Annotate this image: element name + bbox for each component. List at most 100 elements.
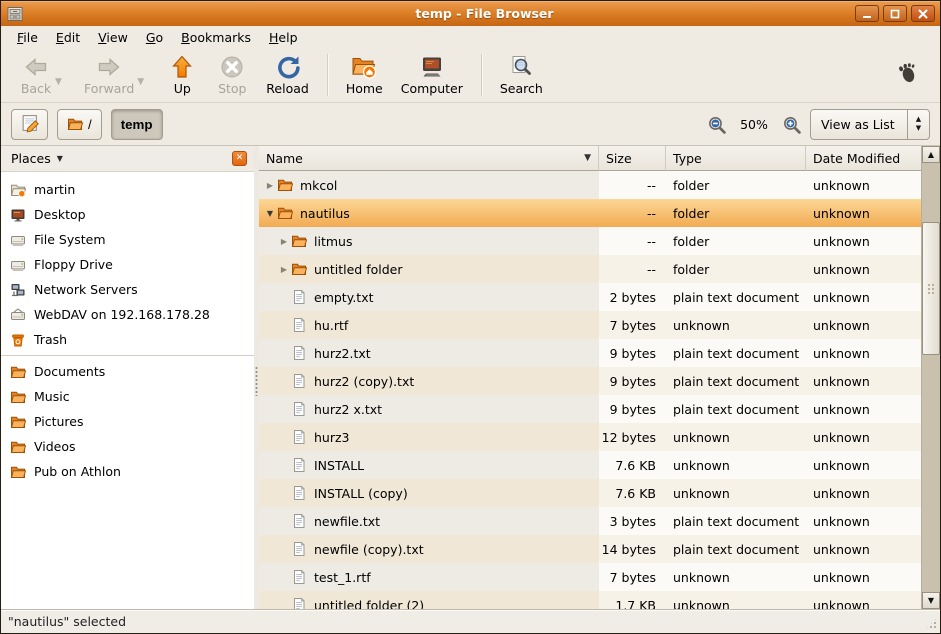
sidebar-close-button[interactable]: ✕ xyxy=(232,151,247,166)
toggle-location-entry-button[interactable] xyxy=(11,109,48,140)
path-button-temp[interactable]: temp xyxy=(111,109,163,140)
scrollbar-thumb[interactable] xyxy=(922,222,940,355)
home-button[interactable]: Home xyxy=(337,52,392,98)
table-row[interactable]: hurz2.txt9 bytesplain text documentunkno… xyxy=(259,339,921,367)
scrollbar-track[interactable] xyxy=(922,163,940,592)
toolbar-separator xyxy=(481,54,482,96)
file-date-modified: unknown xyxy=(806,199,921,227)
sidebar-item-music[interactable]: Music xyxy=(1,384,254,409)
back-history-dropdown[interactable]: ▼ xyxy=(55,63,71,87)
window-controls xyxy=(855,5,935,22)
titlebar[interactable]: temp - File Browser xyxy=(1,1,940,26)
forward-history-dropdown[interactable]: ▼ xyxy=(137,63,153,87)
pane-splitter[interactable] xyxy=(254,146,259,609)
table-row[interactable]: ▶litmus--folderunknown xyxy=(259,227,921,255)
search-button[interactable]: Search xyxy=(491,52,552,98)
table-row[interactable]: test_1.rtf7 bytesunknownunknown xyxy=(259,563,921,591)
sidebar-title[interactable]: Places xyxy=(11,151,51,166)
folder-icon xyxy=(10,439,26,455)
stop-button[interactable]: Stop xyxy=(207,52,257,98)
text-file-icon xyxy=(291,345,307,361)
forward-button[interactable]: Forward xyxy=(75,52,143,98)
table-row[interactable]: empty.txt2 bytesplain text documentunkno… xyxy=(259,283,921,311)
scroll-down-button[interactable]: ▼ xyxy=(922,592,940,609)
file-size: 9 bytes xyxy=(599,395,666,423)
close-button[interactable] xyxy=(911,5,935,22)
table-row[interactable]: ▶mkcol--folderunknown xyxy=(259,171,921,199)
file-type: unknown xyxy=(666,479,806,507)
table-row[interactable]: untitled folder (2)1.7 KBunknownunknown xyxy=(259,591,921,609)
table-row[interactable]: newfile.txt3 bytesplain text documentunk… xyxy=(259,507,921,535)
table-row[interactable]: hu.rtf7 bytesunknownunknown xyxy=(259,311,921,339)
file-date-modified: unknown xyxy=(806,451,921,479)
table-row[interactable]: hurz312 bytesunknownunknown xyxy=(259,423,921,451)
sidebar-item-trash[interactable]: Trash xyxy=(1,327,254,352)
column-header-label: Date Modified xyxy=(813,151,900,166)
column-header-date-modified[interactable]: Date Modified xyxy=(806,146,921,171)
back-button[interactable]: Back xyxy=(11,52,61,98)
file-type: folder xyxy=(666,255,806,283)
scroll-up-button[interactable]: ▲ xyxy=(922,146,940,163)
file-date-modified: unknown xyxy=(806,227,921,255)
file-type: folder xyxy=(666,199,806,227)
expander-collapsed-icon[interactable]: ▶ xyxy=(277,265,291,274)
sidebar-item-label: Pictures xyxy=(34,414,84,429)
column-header-type[interactable]: Type xyxy=(666,146,806,171)
zoom-out-icon[interactable] xyxy=(707,115,726,134)
text-file-icon xyxy=(291,485,307,501)
table-row[interactable]: hurz2 x.txt9 bytesplain text documentunk… xyxy=(259,395,921,423)
toolbar-button-label: Forward xyxy=(84,82,134,96)
vertical-scrollbar[interactable]: ▲ ▼ xyxy=(921,146,940,609)
file-type: unknown xyxy=(666,311,806,339)
sidebar-item-desktop[interactable]: Desktop xyxy=(1,202,254,227)
up-arrow-icon xyxy=(169,54,195,81)
text-file-icon xyxy=(291,457,307,473)
menu-file[interactable]: File xyxy=(8,27,47,48)
sidebar-item-floppy-drive[interactable]: Floppy Drive xyxy=(1,252,254,277)
maximize-button[interactable] xyxy=(883,5,907,22)
places-sidebar: Places ▼ ✕ martinDesktopFile SystemFlopp… xyxy=(1,146,254,609)
column-header-name[interactable]: Name▼ xyxy=(259,146,599,171)
back-arrow-icon xyxy=(23,54,49,81)
sidebar-item-pub-on-athlon[interactable]: Pub on Athlon xyxy=(1,459,254,484)
sidebar-item-network-servers[interactable]: Network Servers xyxy=(1,277,254,302)
menu-go[interactable]: Go xyxy=(137,27,172,48)
sidebar-item-webdav-on-192-168-178-28[interactable]: WebDAV on 192.168.178.28 xyxy=(1,302,254,327)
column-header-size[interactable]: Size xyxy=(599,146,666,171)
table-row[interactable]: INSTALL7.6 KBunknownunknown xyxy=(259,451,921,479)
reload-button[interactable]: Reload xyxy=(257,52,318,98)
text-file-icon xyxy=(291,569,307,585)
menu-view[interactable]: View xyxy=(89,27,137,48)
menu-bookmarks[interactable]: Bookmarks xyxy=(172,27,260,48)
sort-descending-icon: ▼ xyxy=(584,153,591,163)
view-mode-spinner[interactable]: ▲▼ xyxy=(907,110,929,139)
sidebar-item-file-system[interactable]: File System xyxy=(1,227,254,252)
sidebar-item-label: Music xyxy=(34,389,70,404)
file-type: unknown xyxy=(666,423,806,451)
computer-button[interactable]: Computer xyxy=(392,52,472,98)
table-row[interactable]: newfile (copy).txt14 bytesplain text doc… xyxy=(259,535,921,563)
toolbar-button-label: Reload xyxy=(266,82,309,96)
expander-collapsed-icon[interactable]: ▶ xyxy=(263,181,277,190)
folder-icon xyxy=(10,364,26,380)
table-row[interactable]: ▼nautilus--folderunknown xyxy=(259,199,921,227)
table-row[interactable]: INSTALL (copy)7.6 KBunknownunknown xyxy=(259,479,921,507)
expander-collapsed-icon[interactable]: ▶ xyxy=(277,237,291,246)
expander-expanded-icon[interactable]: ▼ xyxy=(263,209,277,218)
menu-edit[interactable]: Edit xyxy=(47,27,89,48)
sidebar-item-martin[interactable]: martin xyxy=(1,177,254,202)
sidebar-item-pictures[interactable]: Pictures xyxy=(1,409,254,434)
view-mode-dropdown[interactable]: View as List ▲▼ xyxy=(810,109,930,140)
sidebar-item-documents[interactable]: Documents xyxy=(1,359,254,384)
up-button[interactable]: Up xyxy=(157,52,207,98)
root-path-button[interactable]: / xyxy=(57,109,102,140)
sidebar-item-videos[interactable]: Videos xyxy=(1,434,254,459)
sidebar-separator xyxy=(1,355,254,356)
sidebar-item-label: Videos xyxy=(34,439,76,454)
resize-grip[interactable] xyxy=(925,617,938,630)
zoom-in-icon[interactable] xyxy=(782,115,801,134)
table-row[interactable]: hurz2 (copy).txt9 bytesplain text docume… xyxy=(259,367,921,395)
minimize-button[interactable] xyxy=(855,5,879,22)
table-row[interactable]: ▶untitled folder--folderunknown xyxy=(259,255,921,283)
menu-help[interactable]: Help xyxy=(260,27,307,48)
